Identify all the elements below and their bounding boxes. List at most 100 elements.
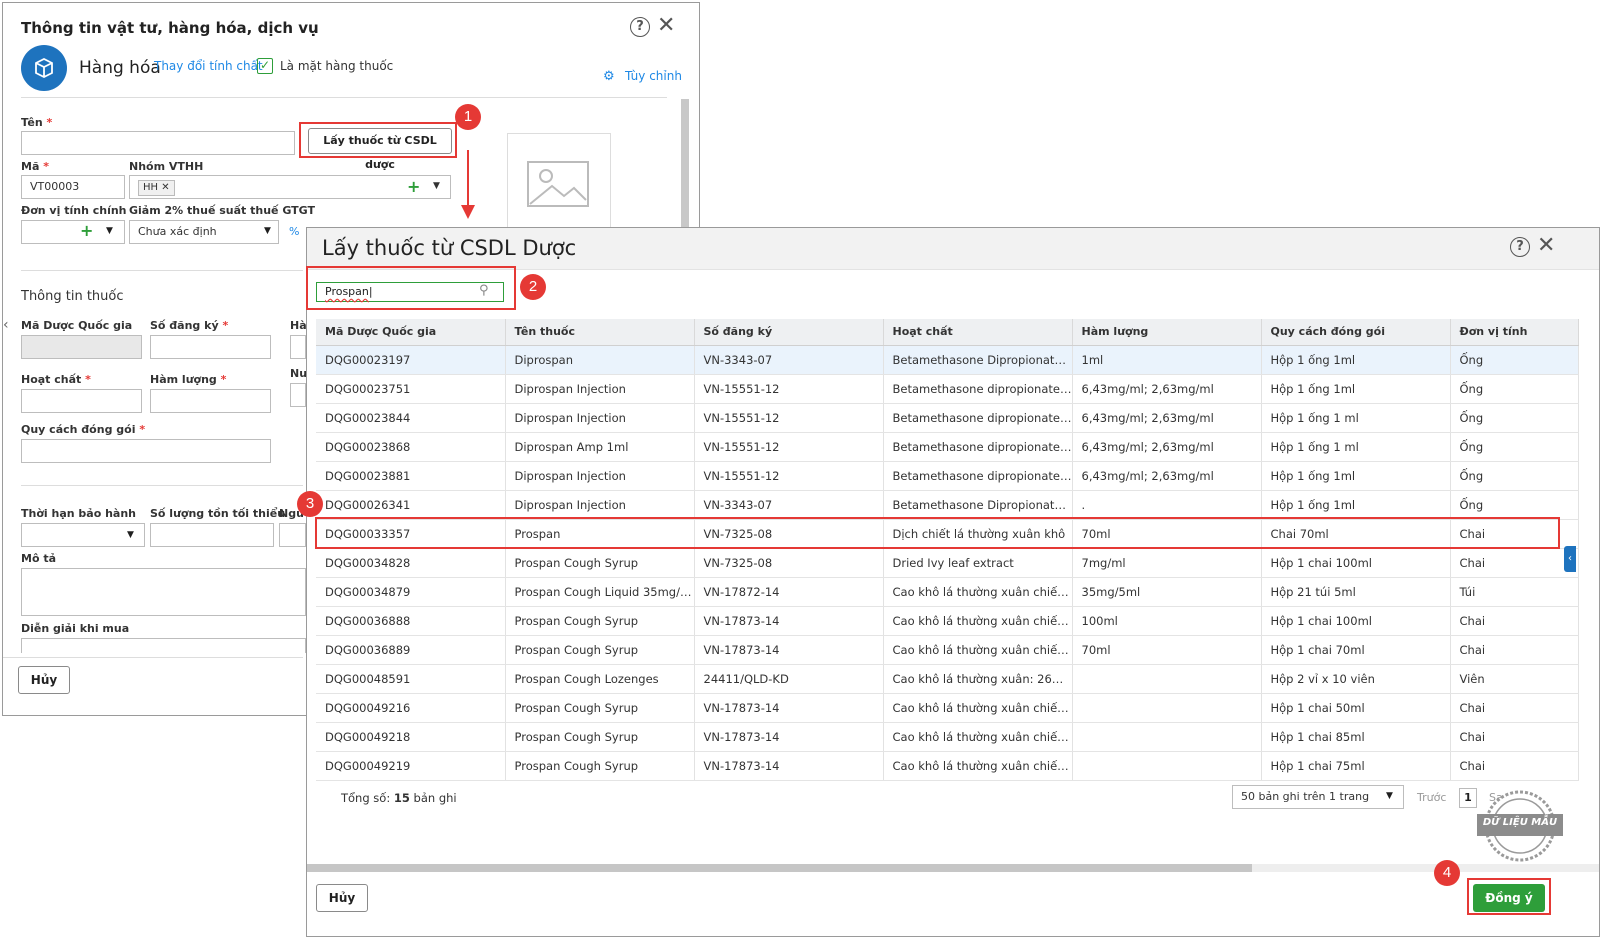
column-header[interactable]: Tên thuốc <box>505 319 695 346</box>
table-cell: Cao khô lá thường xuân chiết x... <box>883 577 1073 607</box>
step3-highlight <box>315 517 1560 549</box>
chevron-down-icon[interactable]: ▼ <box>127 530 134 540</box>
percent-icon[interactable]: % <box>289 225 299 238</box>
table-row[interactable]: DQG00034828 Prospan Cough Syrup VN-7325-08… <box>316 548 1579 578</box>
packing-input[interactable] <box>21 439 271 463</box>
column-header[interactable]: Đơn vị tính <box>1450 319 1579 346</box>
cut-input[interactable] <box>279 523 306 547</box>
gear-icon[interactable]: ⚙ <box>603 69 615 84</box>
column-header[interactable]: Quy cách đóng gói <box>1261 319 1451 346</box>
table-cell: DQG00049216 <box>316 693 506 723</box>
box-icon <box>21 45 67 91</box>
table-row[interactable]: DQG00026341 Diprospan Injection VN-3343-07… <box>316 490 1579 520</box>
table-cell: VN-17873-14 <box>694 722 884 752</box>
image-placeholder[interactable] <box>507 133 611 229</box>
prev-page-button[interactable]: Trước <box>1417 791 1446 804</box>
table-row[interactable]: DQG00034879 Prospan Cough Liquid 35mg/5..… <box>316 577 1579 607</box>
table-row[interactable]: DQG00036889 Prospan Cough Syrup VN-17873-1… <box>316 635 1579 665</box>
table-row[interactable]: DQG00048591 Prospan Cough Lozenges 24411/Q… <box>316 664 1579 694</box>
chevron-down-icon[interactable]: ▼ <box>264 226 271 236</box>
table-cell: Hộp 2 vỉ x 10 viên <box>1261 664 1451 694</box>
table-cell: VN-17873-14 <box>694 693 884 723</box>
cut-input[interactable] <box>290 335 306 359</box>
table-row[interactable]: DQG00049219 Prospan Cough Syrup VN-17873-1… <box>316 751 1579 781</box>
column-header[interactable]: Mã Dược Quốc gia <box>316 319 506 346</box>
table-cell: Chai <box>1450 751 1579 781</box>
purchase-desc-textarea[interactable] <box>21 638 306 653</box>
close-icon[interactable]: ✕ <box>1537 235 1555 257</box>
arrow-down-icon <box>461 205 475 219</box>
table-cell: Chai <box>1450 635 1579 665</box>
table-cell: Prospan Cough Lozenges <box>505 664 695 694</box>
content-input[interactable] <box>150 389 271 413</box>
table-row[interactable]: DQG00036888 Prospan Cough Syrup VN-17873-1… <box>316 606 1579 636</box>
table-row[interactable]: DQG00023197 Diprospan VN-3343-07 Betamethas… <box>316 345 1579 375</box>
chevron-down-icon[interactable]: ▼ <box>1386 791 1393 801</box>
table-cell: Diprospan Injection <box>505 490 695 520</box>
table-row[interactable]: DQG00049216 Prospan Cough Syrup VN-17873-1… <box>316 693 1579 723</box>
table-cell: Hộp 1 ống 1ml <box>1261 490 1451 520</box>
add-unit-icon[interactable]: + <box>80 221 93 240</box>
active-ingredient-input[interactable] <box>21 389 142 413</box>
table-row[interactable]: DQG00023881 Diprospan Injection VN-15551-1… <box>316 461 1579 491</box>
table-cell: Diprospan <box>505 345 695 375</box>
table-cell: Hộp 1 chai 50ml <box>1261 693 1451 723</box>
table-cell: 35mg/5ml <box>1072 577 1262 607</box>
table-cell: Prospan Cough Syrup <box>505 693 695 723</box>
help-icon[interactable]: ? <box>630 17 650 37</box>
description-textarea[interactable] <box>21 568 306 616</box>
table-cell: DQG00023881 <box>316 461 506 491</box>
is-drug-checkbox[interactable]: ✓ <box>257 58 273 74</box>
code-input[interactable]: VT00003 <box>21 175 125 199</box>
active-ingredient-label: Hoạt chất * <box>21 373 91 386</box>
table-cell: 100ml <box>1072 606 1262 636</box>
horizontal-scrollbar[interactable] <box>307 864 1599 872</box>
column-header[interactable]: Hàm lượng <box>1072 319 1262 346</box>
table-cell: 1ml <box>1072 345 1262 375</box>
chevron-down-icon[interactable]: ▼ <box>106 226 113 236</box>
step1-badge: 1 <box>455 104 481 130</box>
add-group-icon[interactable]: + <box>407 177 420 196</box>
table-cell: Prospan Cough Liquid 35mg/5... <box>505 577 695 607</box>
table-cell: VN-17873-14 <box>694 606 884 636</box>
page-number[interactable]: 1 <box>1459 788 1477 808</box>
table-cell: Ống <box>1450 345 1579 375</box>
vat-select[interactable]: Chưa xác định <box>129 220 279 244</box>
reg-no-input[interactable] <box>150 335 271 359</box>
table-cell: Betamethasone dipropionate, ... <box>883 403 1073 433</box>
min-stock-input[interactable] <box>150 523 274 547</box>
table-row[interactable]: DQG00049218 Prospan Cough Syrup VN-17873-1… <box>316 722 1579 752</box>
column-header[interactable]: Số đăng ký <box>694 319 884 346</box>
chevron-left-icon[interactable]: ‹ <box>1564 546 1576 572</box>
close-icon[interactable]: ✕ <box>657 15 675 37</box>
change-type-link[interactable]: Thay đổi tính chất <box>154 59 263 73</box>
page-size-select[interactable]: 50 bản ghi trên 1 trang <box>1232 785 1404 809</box>
group-chip[interactable]: HH ✕ <box>138 180 175 196</box>
customize-link[interactable]: Tùy chỉnh <box>625 69 682 83</box>
table-cell: DQG00034879 <box>316 577 506 607</box>
stamp-text: DỮ LIỆU MẪU <box>1482 817 1558 828</box>
help-icon[interactable]: ? <box>1510 237 1530 257</box>
cancel-button[interactable]: Hủy <box>18 666 70 694</box>
table-cell: Ống <box>1450 403 1579 433</box>
table-cell: DQG00023751 <box>316 374 506 404</box>
table-cell: Betamethasone Dipropionate, ... <box>883 345 1073 375</box>
sample-data-stamp: DỮ LIỆU MẪU <box>1477 788 1563 864</box>
total-records: Tổng số: 15 bản ghi <box>341 791 457 805</box>
table-row[interactable]: DQG00023844 Diprospan Injection VN-15551-1… <box>316 403 1579 433</box>
chevron-down-icon[interactable]: ▼ <box>433 181 440 191</box>
table-cell: Ống <box>1450 461 1579 491</box>
cancel-button[interactable]: Hủy <box>316 884 368 912</box>
cut-input[interactable] <box>290 383 306 407</box>
table-cell: Diprospan Injection <box>505 403 695 433</box>
table-cell: Diprospan Injection <box>505 374 695 404</box>
chevron-left-icon[interactable]: ‹ <box>3 317 9 333</box>
column-header[interactable]: Hoạt chất <box>883 319 1073 346</box>
name-input[interactable] <box>21 131 295 155</box>
table-row[interactable]: DQG00023868 Diprospan Amp 1ml VN-15551-12 B… <box>316 432 1579 462</box>
group-select[interactable]: HH ✕ <box>129 175 451 199</box>
scrollbar[interactable] <box>681 99 689 229</box>
table-row[interactable]: DQG00023751 Diprospan Injection VN-15551-1… <box>316 374 1579 404</box>
table-cell: DQG00023844 <box>316 403 506 433</box>
purchase-desc-label: Diễn giải khi mua <box>21 622 130 635</box>
